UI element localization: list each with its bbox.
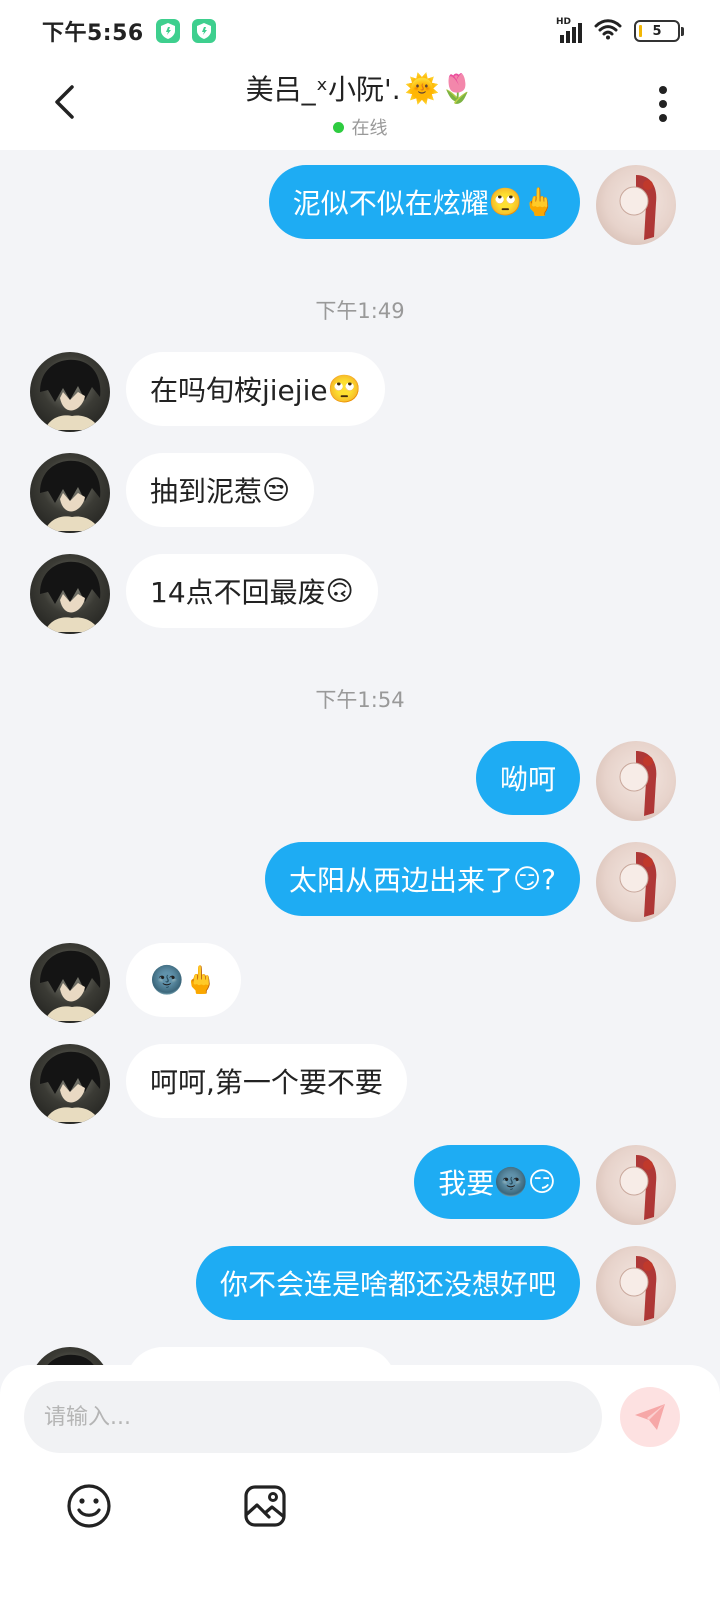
message-bubble-sent[interactable]: 泥似不似在炫耀 🙄🖕 xyxy=(268,165,580,239)
send-button[interactable] xyxy=(620,1387,680,1447)
message-bubble-received[interactable]: 14点不回最废 🙃 xyxy=(126,554,378,628)
message-input[interactable] xyxy=(24,1381,602,1453)
message-bubble-sent[interactable]: 你不会连是啥都还没想好吧 xyxy=(195,1246,580,1320)
my-avatar[interactable] xyxy=(596,1246,676,1326)
input-panel xyxy=(0,1365,720,1600)
avatar-illustration xyxy=(40,950,101,1021)
online-status: 在线 xyxy=(160,114,560,140)
more-options-button[interactable] xyxy=(648,82,678,126)
message-emoji: 😒 xyxy=(262,474,291,506)
message-emoji: 🙄🖕 xyxy=(488,187,556,218)
back-button[interactable] xyxy=(44,80,84,124)
message-bubble-received[interactable]: 🌚🖕 xyxy=(126,943,242,1017)
message-row: 我要 🌚😏 xyxy=(0,1145,720,1225)
network-label: HD xyxy=(556,17,572,27)
contact-name: 美吕_ˣ小阮'. 🌞🌷 xyxy=(246,68,475,108)
message-row: 抽到泥惹 😒 xyxy=(0,453,720,533)
avatar-illustration xyxy=(47,1354,94,1365)
avatar-illustration xyxy=(619,1155,657,1220)
message-bubble-sent[interactable]: 呦呵 xyxy=(475,741,580,815)
emoji-icon xyxy=(67,1484,111,1528)
shield-app-icon xyxy=(155,19,180,43)
message-text: 泥似不似在炫耀 xyxy=(292,187,489,220)
avatar-illustration xyxy=(619,1256,657,1321)
message-text: 呦呵 xyxy=(499,763,556,796)
more-icon-dot xyxy=(659,114,667,122)
message-bubble-sent[interactable]: 太阳从西边出来了 😏 ? xyxy=(264,842,580,916)
more-icon-dot xyxy=(659,100,667,108)
message-text: 太阳从西边出来了 xyxy=(288,864,513,897)
title-area[interactable]: 美吕_ˣ小阮'. 🌞🌷 在线 xyxy=(160,68,560,140)
message-emoji: 🌚😏 xyxy=(494,1167,556,1198)
shield-app-icon-2 xyxy=(191,19,216,43)
message-text: 呵呵,第一个要不要 xyxy=(150,1066,383,1099)
message-text: 14点不回最废 xyxy=(150,576,326,609)
status-time: 下午5:56 xyxy=(42,21,144,46)
chat-header: 美吕_ˣ小阮'. 🌞🌷 在线 xyxy=(0,62,720,150)
wifi-icon xyxy=(594,18,622,44)
more-icon xyxy=(659,86,667,94)
timestamp: 下午1:54 xyxy=(315,688,405,712)
avatar-illustration xyxy=(40,561,101,632)
contact-avatar[interactable] xyxy=(30,943,110,1023)
message-bubble-received[interactable]: 呵呵,第一个要不要 xyxy=(126,1044,407,1118)
message-emoji: 🌚🖕 xyxy=(150,965,218,996)
signal-icon: HD xyxy=(556,17,582,43)
back-icon xyxy=(55,85,74,119)
message-row-partial xyxy=(0,1347,720,1365)
message-bubble-received[interactable]: 抽到泥惹 😒 xyxy=(126,453,315,527)
message-bubble-received[interactable]: 在吗旬桉jiejie 🙄 xyxy=(126,352,386,426)
avatar-illustration xyxy=(619,751,657,816)
message-bubble-sent[interactable]: 我要 🌚😏 xyxy=(414,1145,580,1219)
contact-avatar[interactable] xyxy=(30,352,110,432)
contact-avatar[interactable] xyxy=(30,554,110,634)
contact-avatar[interactable] xyxy=(30,1044,110,1124)
status-right: HD 5 xyxy=(556,17,684,44)
contact-name-emoji: 🌞🌷 xyxy=(404,71,475,105)
timestamp: 下午1:49 xyxy=(315,299,405,323)
message-bubble-received[interactable] xyxy=(126,1347,396,1365)
my-avatar[interactable] xyxy=(596,842,676,922)
chat-area[interactable]: 泥似不似在炫耀 🙄🖕 下午1:49 在吗旬桉jiejie 🙄 抽到泥惹 😒 14… xyxy=(0,150,720,1365)
message-row: 呦呵 xyxy=(0,741,720,821)
contact-name-text: 美吕_ˣ小阮'. xyxy=(245,73,401,106)
avatar-illustration xyxy=(619,175,657,240)
emoji-button[interactable] xyxy=(64,1481,114,1531)
message-text: 你不会连是啥都还没想好吧 xyxy=(219,1268,556,1301)
status-left: 下午5:56 xyxy=(42,15,216,47)
avatar-illustration xyxy=(619,852,657,917)
message-emoji: 🙄 xyxy=(327,374,362,405)
image-button[interactable] xyxy=(240,1481,290,1531)
image-icon xyxy=(244,1485,286,1527)
avatar-illustration xyxy=(40,359,101,430)
my-avatar[interactable] xyxy=(596,741,676,821)
message-suffix: ? xyxy=(541,862,556,896)
my-avatar[interactable] xyxy=(596,165,676,245)
message-text: 在吗旬桉jiejie xyxy=(150,374,328,407)
message-row: 🌚🖕 xyxy=(0,943,720,1023)
message-emoji: 😏 xyxy=(512,863,542,895)
message-row: 呵呵,第一个要不要 xyxy=(0,1044,720,1124)
message-text: 我要 xyxy=(438,1167,495,1200)
online-dot xyxy=(332,121,344,133)
online-status-text: 在线 xyxy=(351,118,388,139)
contact-avatar[interactable] xyxy=(30,1347,110,1365)
battery-level: 5 xyxy=(652,23,662,39)
status-bar: 下午5:56 HD 5 xyxy=(0,0,720,62)
message-row: 14点不回最废 🙃 xyxy=(0,554,720,634)
avatar-illustration xyxy=(40,1051,101,1122)
message-row: 在吗旬桉jiejie 🙄 xyxy=(0,352,720,432)
message-row: 泥似不似在炫耀 🙄🖕 xyxy=(0,165,720,245)
message-emoji: 🙃 xyxy=(325,575,354,607)
message-row: 你不会连是啥都还没想好吧 xyxy=(0,1246,720,1326)
message-text: 抽到泥惹 xyxy=(150,475,263,508)
my-avatar[interactable] xyxy=(596,1145,676,1225)
message-row: 太阳从西边出来了 😏 ? xyxy=(0,842,720,922)
send-icon xyxy=(635,1404,665,1430)
battery-icon: 5 xyxy=(634,20,684,42)
avatar-illustration xyxy=(40,460,101,531)
contact-avatar[interactable] xyxy=(30,453,110,533)
